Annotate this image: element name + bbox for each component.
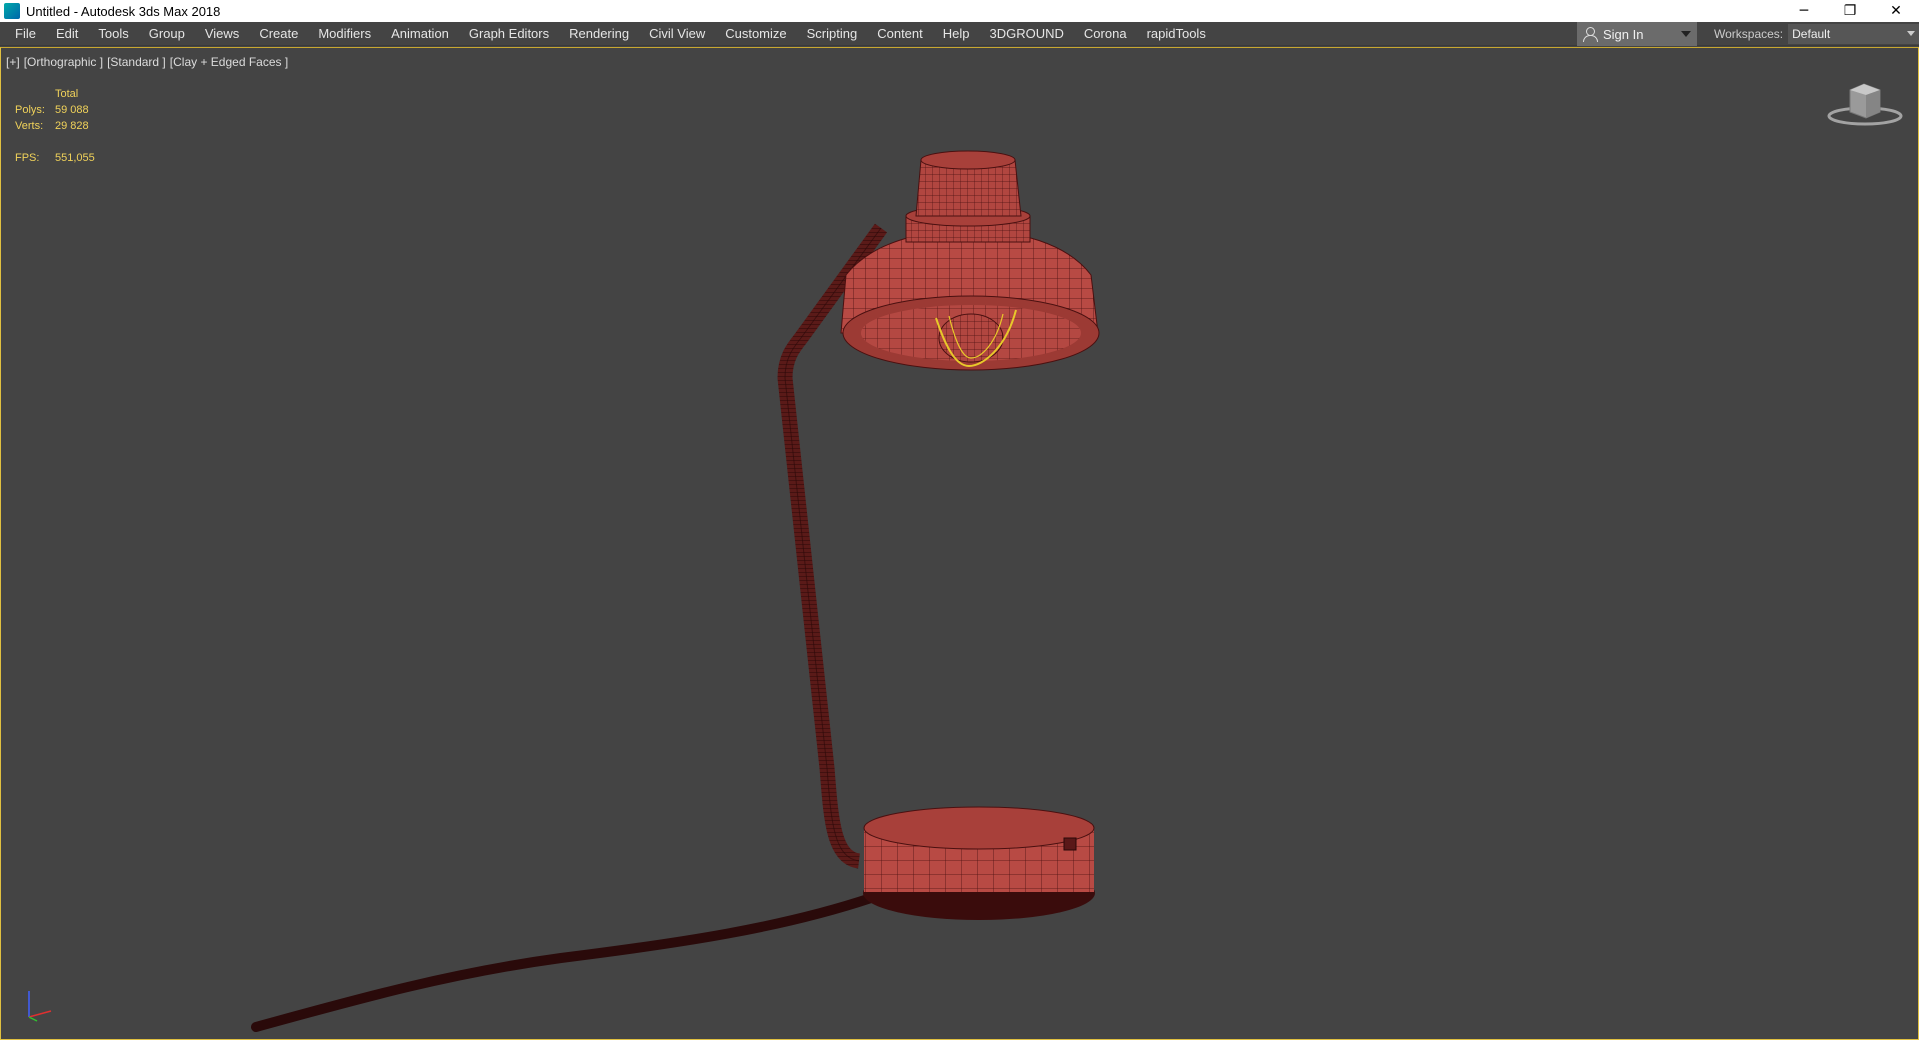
workspaces-dropdown[interactable]: Default (1788, 24, 1919, 44)
lamp-cable (251, 893, 876, 1032)
menu-views[interactable]: Views (195, 22, 249, 46)
axis-tripod-icon (28, 991, 52, 1022)
viewport-label[interactable]: [+] [Orthographic ] [Standard ] [Clay + … (6, 55, 288, 69)
menu-rendering[interactable]: Rendering (559, 22, 639, 46)
workspaces-label: Workspaces: (1714, 27, 1784, 41)
workspaces-value: Default (1792, 27, 1831, 41)
menu-civil-view[interactable]: Civil View (639, 22, 715, 46)
menu-customize[interactable]: Customize (715, 22, 796, 46)
lamp-switch (1063, 837, 1077, 851)
menu-modifiers[interactable]: Modifiers (308, 22, 381, 46)
viewport-shading-standard[interactable]: [Standard ] (107, 55, 166, 69)
chevron-down-icon (1907, 31, 1916, 36)
menu-rapidtools[interactable]: rapidTools (1137, 22, 1216, 46)
verts-label: Verts: (15, 120, 44, 132)
viewcube-icon[interactable] (1826, 78, 1904, 128)
viewport-menu-plus[interactable]: [+] (6, 55, 20, 69)
title-bar: Untitled - Autodesk 3ds Max 2018 ─ ❐ ✕ (0, 0, 1919, 22)
lamp-model-scene[interactable] (1, 48, 1918, 1039)
fps-value: 551,055 (55, 152, 95, 164)
menu-tools[interactable]: Tools (88, 22, 138, 46)
sign-in-button[interactable]: Sign In (1577, 22, 1697, 46)
menu-corona[interactable]: Corona (1074, 22, 1137, 46)
restore-button[interactable]: ❐ (1827, 0, 1873, 22)
menu-animation[interactable]: Animation (381, 22, 459, 46)
app-logo-icon (4, 3, 20, 19)
minimize-button[interactable]: ─ (1781, 0, 1827, 22)
workspaces-control: Workspaces: Default (1714, 22, 1919, 46)
menu-3dground[interactable]: 3DGROUND (980, 22, 1074, 46)
window-title: Untitled - Autodesk 3ds Max 2018 (26, 3, 221, 19)
menu-group[interactable]: Group (139, 22, 195, 46)
menu-file[interactable]: File (5, 22, 46, 46)
menu-bar: File Edit Tools Group Views Create Modif… (0, 22, 1919, 46)
fps-label: FPS: (15, 152, 40, 164)
menu-scripting[interactable]: Scripting (797, 22, 868, 46)
polys-value: 59 088 (55, 104, 89, 116)
sign-in-label: Sign In (1603, 26, 1644, 42)
menu-content[interactable]: Content (867, 22, 933, 46)
main-menu: File Edit Tools Group Views Create Modif… (0, 22, 1216, 46)
menu-help[interactable]: Help (933, 22, 980, 46)
viewport-point-of-view[interactable]: [Orthographic ] (24, 55, 103, 69)
close-button[interactable]: ✕ (1873, 0, 1919, 22)
menu-edit[interactable]: Edit (46, 22, 88, 46)
chevron-down-icon[interactable] (1681, 31, 1691, 37)
menu-graph-editors[interactable]: Graph Editors (459, 22, 559, 46)
viewport-display-mode[interactable]: [Clay + Edged Faces ] (170, 55, 288, 69)
stats-header: Total (55, 88, 79, 100)
user-icon (1583, 27, 1598, 42)
viewport-orthographic[interactable]: [+] [Orthographic ] [Standard ] [Clay + … (0, 47, 1919, 1040)
lamp-bulb (938, 313, 1004, 363)
polys-label: Polys: (15, 104, 45, 116)
menu-create[interactable]: Create (249, 22, 308, 46)
scene-statistics: Total Polys: 59 088 Verts: 29 828 FPS: 551,… (15, 86, 95, 166)
verts-value: 29 828 (55, 120, 89, 132)
window-controls: ─ ❐ ✕ (1781, 0, 1919, 22)
